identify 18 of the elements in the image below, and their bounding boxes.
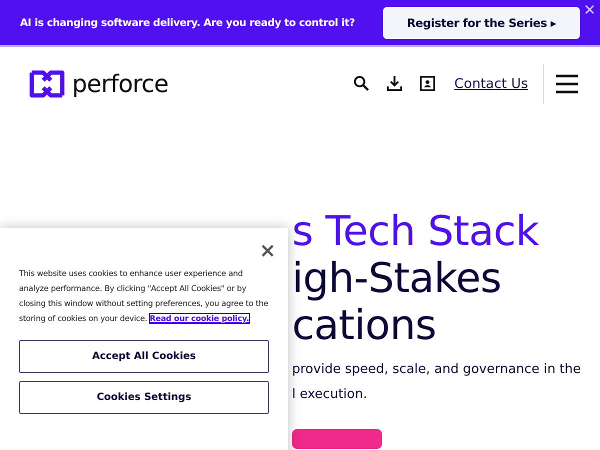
contact-link[interactable]: Contact Us [454,76,528,92]
logo-icon[interactable] [28,68,66,100]
download-icon[interactable] [386,75,404,92]
hero-text: l execution. [292,386,368,404]
banner-text: AI is changing software delivery. Are you ready to control it? [20,16,356,28]
close-icon[interactable]: ✕ [583,1,596,19]
logo-text[interactable]: perforce [72,70,168,98]
hero-heading: igh-Stakes [292,255,502,302]
hero-heading: s Tech Stack [292,208,540,255]
hero-text: provide speed, scale, and governance in the [292,361,582,379]
cookie-settings-button[interactable]: Cookies Settings [19,381,269,414]
register-button[interactable]: Register for the Series ▸ [383,6,580,38]
menu-icon[interactable] [556,74,578,94]
search-icon[interactable] [353,75,370,92]
close-icon[interactable]: × [259,238,276,262]
accept-cookies-button[interactable]: Accept All Cookies [19,340,269,373]
contact-card-icon[interactable] [419,75,436,92]
hero-heading: cations [292,302,438,349]
